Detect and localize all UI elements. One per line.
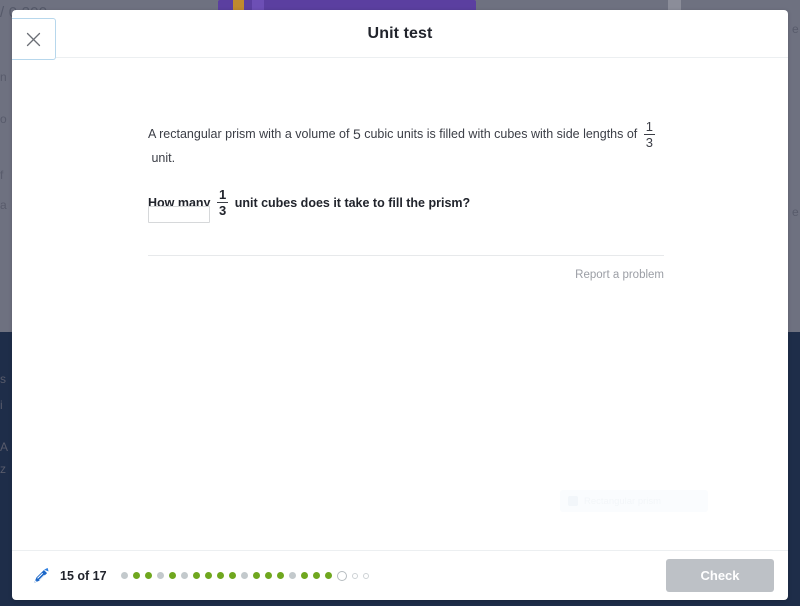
- progress-dot-correct: [144, 572, 152, 579]
- modal-body: Rectangular prism A rectangular prism wi…: [12, 58, 788, 550]
- content-divider: [148, 255, 664, 256]
- question-line-1: A rectangular prism with a volume of 5 c…: [148, 120, 664, 167]
- question-area: A rectangular prism with a volume of 5 c…: [148, 120, 664, 217]
- background-ghost-text-e: s: [0, 372, 7, 386]
- fraction: 13: [217, 187, 229, 219]
- fraction-numerator: 1: [645, 119, 653, 134]
- background-ghost-widget-label: Rectangular prism: [584, 495, 662, 507]
- modal-header: Unit test: [12, 10, 788, 60]
- question-text: cubic units is filled with cubes with si…: [360, 127, 641, 142]
- progress-dot-incorrect: [120, 572, 128, 579]
- progress-dot-correct: [228, 572, 236, 579]
- fraction-numerator: 1: [219, 187, 227, 203]
- background-ghost-text-f: i: [0, 398, 3, 412]
- fraction-denominator: 3: [217, 202, 229, 219]
- background-ghost-text-h: z: [0, 462, 7, 476]
- unit-test-modal: Unit test Rectangular prism A rectangula…: [12, 10, 788, 600]
- question-text: unit cubes does it take to fill the pris…: [231, 195, 471, 210]
- report-a-problem-link[interactable]: Report a problem: [148, 269, 664, 281]
- progress-dot-correct: [276, 572, 284, 579]
- progress-count: 15 of 17: [60, 568, 107, 583]
- background-ghost-text-b: o: [0, 112, 7, 126]
- progress-dot-current: [336, 570, 347, 581]
- progress-dot-correct: [168, 572, 176, 579]
- question-text: unit.: [148, 151, 176, 165]
- fraction-denominator: 3: [643, 134, 655, 150]
- check-button[interactable]: Check: [666, 559, 774, 592]
- background-ghost-text-right-1: e: [792, 22, 799, 36]
- fraction: 13: [643, 119, 655, 150]
- progress-dot-upcoming: [351, 572, 358, 579]
- progress-dot-correct: [132, 572, 140, 579]
- progress-dot-incorrect: [180, 572, 188, 579]
- question-value: 5: [352, 126, 361, 143]
- background-ghost-widget: Rectangular prism: [560, 490, 708, 512]
- background-ghost-text-c: f: [0, 168, 4, 182]
- modal-footer: 15 of 17 Check: [12, 550, 788, 600]
- progress-dots: [120, 570, 369, 581]
- progress-dot-correct: [252, 572, 260, 579]
- question-text: A rectangular prism with a volume of: [148, 127, 353, 142]
- progress-dot-correct: [204, 572, 212, 579]
- close-button[interactable]: [12, 18, 56, 60]
- progress-dot-correct: [312, 572, 320, 579]
- close-icon: [26, 32, 41, 46]
- page-title: Unit test: [367, 24, 433, 42]
- progress-dot-correct: [216, 572, 224, 579]
- background-ghost-widget-icon: [568, 496, 578, 506]
- answer-input[interactable]: [148, 206, 210, 223]
- progress-dot-incorrect: [156, 572, 164, 579]
- progress-dot-incorrect: [240, 572, 248, 579]
- page-root: / 0.200 n o f a s i A z e e Unit test Re…: [0, 0, 800, 606]
- background-ghost-text-a: n: [0, 70, 7, 84]
- progress-dot-correct: [324, 572, 332, 579]
- progress-dot-incorrect: [288, 572, 296, 579]
- background-ghost-text-g: A: [0, 440, 9, 454]
- progress-dot-correct: [192, 572, 200, 579]
- pencil-icon: [34, 567, 49, 583]
- progress-dot-correct: [264, 572, 272, 579]
- background-ghost-text-d: a: [0, 198, 7, 212]
- question-line-2: How many 13 unit cubes does it take to f…: [148, 188, 664, 217]
- progress-dot-correct: [300, 572, 308, 579]
- progress-dot-upcoming: [362, 572, 369, 579]
- background-ghost-text-right-2: e: [792, 205, 799, 219]
